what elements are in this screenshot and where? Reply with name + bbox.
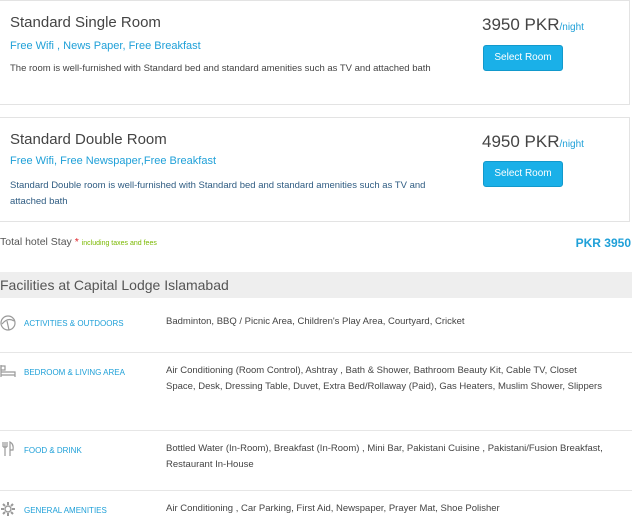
facility-items: Badminton, BBQ / Picnic Area, Children's… (166, 316, 465, 327)
room-description: The room is well-furnished with Standard… (10, 63, 431, 74)
facility-category: ACTIVITIES & OUTDOORS (24, 319, 124, 328)
price-amount: 4950 PKR (482, 132, 560, 151)
total-price: PKR 3950 (575, 236, 631, 250)
gear-icon (0, 501, 16, 517)
price-amount: 3950 PKR (482, 15, 560, 34)
beach-umbrella-icon (0, 315, 16, 331)
bed-icon (0, 363, 16, 379)
total-label-text: Total hotel Stay (0, 236, 72, 248)
room-amenities: Free Wifi, Free Newspaper,Free Breakfast (10, 155, 217, 167)
room-price: 4950 PKR/night (482, 132, 584, 152)
facility-items: Air Conditioning (Room Control), Ashtray… (166, 365, 602, 392)
price-unit: /night (559, 139, 584, 150)
facility-category: GENERAL AMENITIES (24, 506, 107, 515)
facility-category: BEDROOM & LIVING AREA (24, 368, 125, 377)
room-card-single: Standard Single Room Free Wifi , News Pa… (0, 0, 630, 105)
facility-items: Bottled Water (In-Room), Breakfast (In-R… (166, 443, 603, 470)
room-name: Standard Single Room (10, 14, 161, 31)
room-price: 3950 PKR/night (482, 15, 584, 35)
facility-row-food: FOOD & DRINK Bottled Water (In-Room), Br… (0, 431, 632, 491)
room-description: Standard Double room is well-furnished w… (10, 180, 426, 207)
cutlery-icon (0, 441, 16, 457)
facilities-title: Facilities at Capital Lodge Islamabad (0, 272, 632, 298)
facility-items: Air Conditioning , Car Parking, First Ai… (166, 503, 500, 514)
room-card-double: Standard Double Room Free Wifi, Free New… (0, 117, 630, 222)
select-room-button[interactable]: Select Room (483, 45, 563, 71)
facility-row-activities: ACTIVITIES & OUTDOORS Badminton, BBQ / P… (0, 300, 632, 353)
facility-row-general: GENERAL AMENITIES Air Conditioning , Car… (0, 491, 632, 531)
room-amenities: Free Wifi , News Paper, Free Breakfast (10, 40, 201, 52)
price-unit: /night (559, 22, 584, 33)
select-room-button[interactable]: Select Room (483, 161, 563, 187)
required-star: * (74, 236, 79, 248)
tax-note: including taxes and fees (81, 240, 157, 247)
room-name: Standard Double Room (10, 131, 167, 148)
facility-row-bedroom: BEDROOM & LIVING AREA Air Conditioning (… (0, 353, 632, 431)
facility-category: FOOD & DRINK (24, 446, 82, 455)
total-stay-label: Total hotel Stay * including taxes and f… (0, 236, 157, 248)
